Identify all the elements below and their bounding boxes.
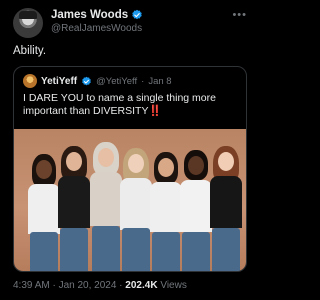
author-name[interactable]: James Woods xyxy=(51,9,128,21)
author-name-row: James Woods xyxy=(51,9,143,21)
double-exclamation-emoji: ‼️ xyxy=(148,105,162,117)
views-label: Views xyxy=(157,280,187,291)
quoted-tweet-header: YetiYeff @YetiYeff · Jan 8 xyxy=(23,74,172,88)
quoted-author-avatar[interactable] xyxy=(23,74,37,88)
quoted-text-body: I DARE YOU to name a single thing more i… xyxy=(23,92,216,117)
quoted-verified-badge-icon xyxy=(82,76,91,85)
photo-person xyxy=(26,154,60,271)
quoted-tweet-card[interactable]: YetiYeff @YetiYeff · Jan 8 I DARE YOU to… xyxy=(13,66,247,272)
photo-person xyxy=(178,150,212,271)
quoted-author-name[interactable]: YetiYeff xyxy=(41,76,77,87)
quoted-date[interactable]: Jan 8 xyxy=(148,76,171,87)
group-of-women-photo[interactable] xyxy=(14,129,246,271)
quoted-tweet-text: I DARE YOU to name a single thing more i… xyxy=(23,92,239,118)
quoted-separator: · xyxy=(141,75,145,87)
photo-person xyxy=(118,148,152,271)
photo-person xyxy=(88,142,122,271)
author-handle[interactable]: @RealJamesWoods xyxy=(51,23,143,34)
tweet-header: James Woods @RealJamesWoods ••• xyxy=(13,6,247,40)
photo-person xyxy=(148,152,182,271)
author-avatar[interactable] xyxy=(13,8,43,38)
tweet-meta: 4:39 AM · Jan 20, 2024 · 202.4K Views xyxy=(13,280,187,291)
more-options-icon[interactable]: ••• xyxy=(232,9,247,21)
quoted-author-handle[interactable]: @YetiYeff xyxy=(96,76,137,87)
photo-person xyxy=(56,146,90,271)
tweet-text: Ability. xyxy=(13,45,47,57)
avatar-hat-detail xyxy=(19,11,37,19)
author-block: James Woods @RealJamesWoods xyxy=(51,9,143,34)
photo-person xyxy=(208,146,242,271)
tweet-timestamp[interactable]: 4:39 AM · Jan 20, 2024 · xyxy=(13,280,125,291)
views-count: 202.4K xyxy=(125,280,158,291)
verified-badge-icon xyxy=(132,9,142,20)
